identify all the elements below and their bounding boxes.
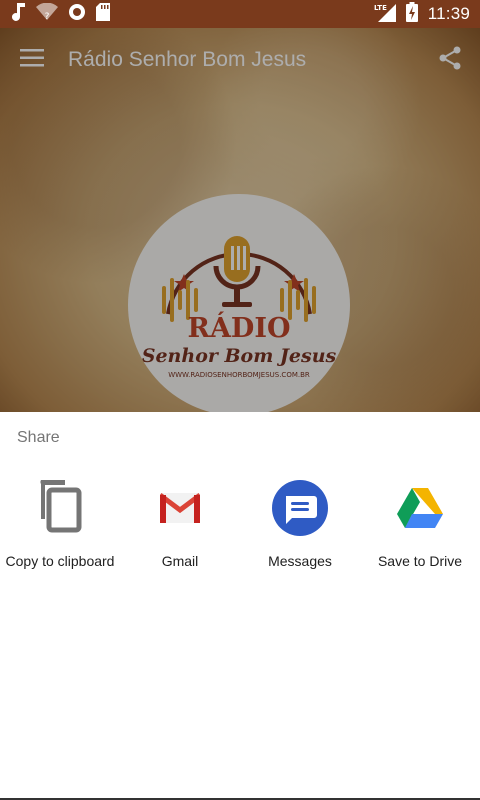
svg-text:LTE: LTE xyxy=(374,4,387,12)
drive-icon xyxy=(392,480,448,536)
share-sheet-title: Share xyxy=(17,429,60,446)
sd-card-icon xyxy=(96,2,110,26)
share-target-copy-to-clipboard[interactable]: Copy to clipboard xyxy=(0,478,120,588)
share-target-label: Copy to clipboard xyxy=(5,553,115,569)
status-left-icons: ? xyxy=(12,2,110,26)
battery-charging-icon xyxy=(405,1,418,27)
lte-signal-icon: LTE xyxy=(374,2,396,27)
share-target-messages[interactable]: Messages xyxy=(240,478,360,588)
share-target-label: Messages xyxy=(268,553,332,569)
copy-icon xyxy=(32,480,88,536)
share-target-save-to-drive[interactable]: Save to Drive xyxy=(360,478,480,588)
screen: ? LTE 11:39 Rádio Senhor Bom Jesus RÁDIO… xyxy=(0,0,480,800)
record-icon xyxy=(68,3,86,26)
share-target-label: Save to Drive xyxy=(377,553,463,569)
share-sheet: Share Copy to clipboard Gmail Messages S… xyxy=(0,412,480,800)
wifi-question-icon: ? xyxy=(36,2,58,26)
share-target-gmail[interactable]: Gmail xyxy=(120,478,240,588)
svg-text:?: ? xyxy=(45,12,50,21)
status-time: 11:39 xyxy=(427,4,470,23)
share-target-label: Gmail xyxy=(161,553,199,569)
gmail-icon xyxy=(152,480,208,536)
share-targets: Copy to clipboard Gmail Messages Save to… xyxy=(0,478,480,588)
dim-overlay[interactable] xyxy=(0,0,480,412)
music-note-icon xyxy=(12,2,26,26)
status-bar: ? LTE 11:39 xyxy=(0,0,480,28)
messages-icon xyxy=(272,480,328,536)
status-right-icons: LTE 11:39 xyxy=(374,1,470,27)
